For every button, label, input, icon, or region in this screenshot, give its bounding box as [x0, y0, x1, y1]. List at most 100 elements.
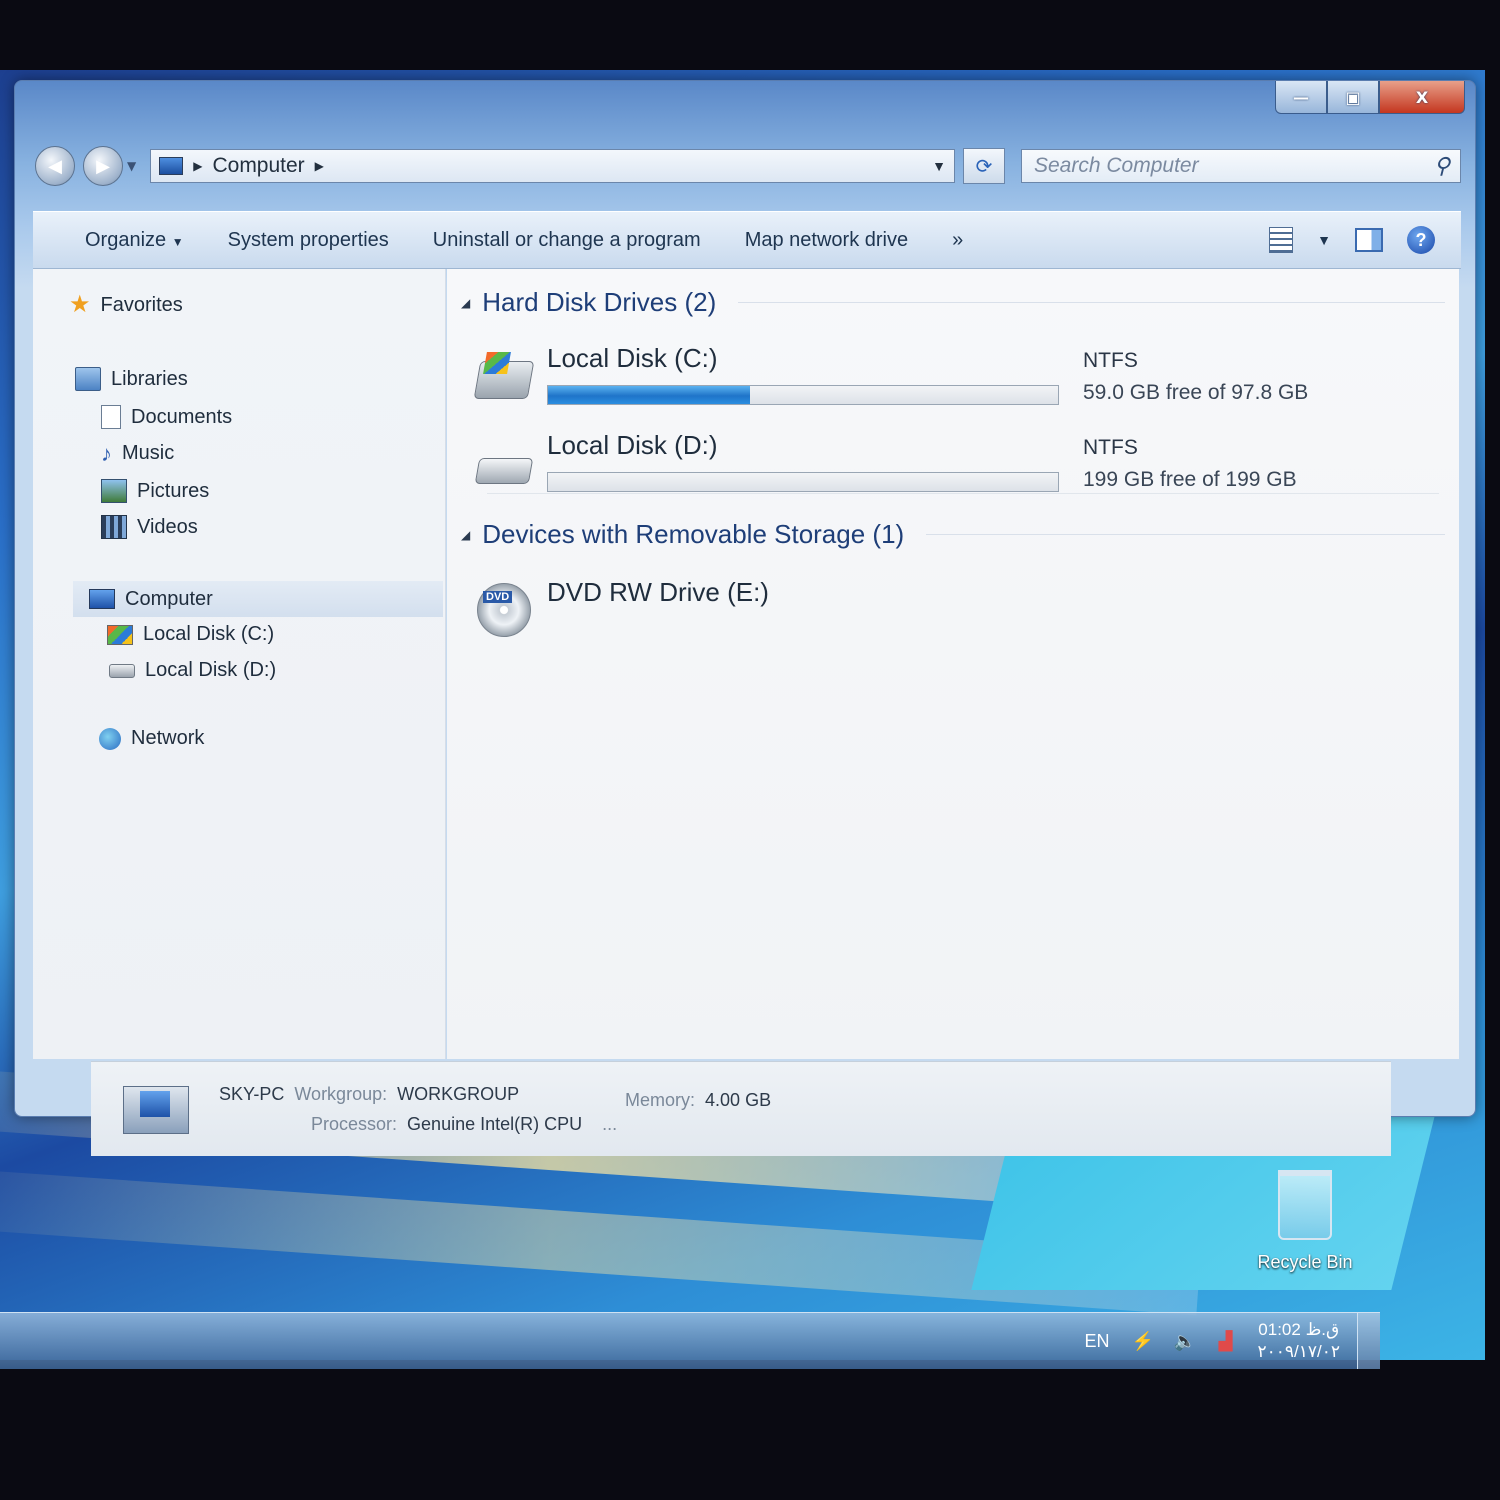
clock-time: 01:02 ق.ظ: [1258, 1320, 1340, 1339]
nav-label: Favorites: [100, 293, 183, 316]
search-input[interactable]: [1032, 153, 1434, 179]
explorer-window: — ▣ X ◀ ▶ ▼ ▶ Computer ▶ ▼ ⟳ ⚲ Organize …: [14, 80, 1476, 1156]
chevron-down-icon: ▼: [171, 234, 184, 249]
clock[interactable]: 01:02 ق.ظ ۲۰۰۹/۱۷/۰۲: [1258, 1319, 1341, 1363]
nav-item-music[interactable]: ♪ Music: [101, 442, 174, 465]
group-header-label: Devices with Removable Storage (1): [482, 519, 905, 549]
nav-item-pictures[interactable]: Pictures: [101, 479, 209, 503]
memory-label: Memory:: [625, 1090, 696, 1110]
drive-tile-dvd[interactable]: DVD DVD RW Drive (E:): [477, 571, 1439, 653]
address-bar[interactable]: ▶ Computer ▶ ▼: [150, 149, 955, 183]
taskbar: EN ⚡ 🔈 ▟ 01:02 ق.ظ ۲۰۰۹/۱۷/۰۲: [0, 1312, 1380, 1369]
drive-usage-bar: [547, 472, 1059, 492]
system-tray: EN ⚡ 🔈 ▟ 01:02 ق.ظ ۲۰۰۹/۱۷/۰۲: [1084, 1319, 1340, 1363]
star-icon: ★: [69, 291, 91, 318]
refresh-icon: ⟳: [975, 154, 993, 178]
collapse-triangle-icon[interactable]: ◢: [461, 528, 470, 542]
file-system-label: NTFS: [1083, 436, 1138, 459]
nav-label: Libraries: [111, 367, 188, 390]
command-bar: Organize ▼ System properties Uninstall o…: [33, 211, 1461, 269]
group-header-removable-storage[interactable]: ◢ Devices with Removable Storage (1): [461, 519, 1445, 550]
workgroup-label: Workgroup:: [294, 1084, 388, 1104]
navigation-row: ◀ ▶ ▼ ▶ Computer ▶ ▼ ⟳ ⚲: [35, 141, 1461, 191]
network-signal-icon[interactable]: ▟: [1216, 1331, 1236, 1351]
nav-item-local-disk-c[interactable]: Local Disk (C:): [107, 623, 274, 646]
view-controls: ▼ ?: [1269, 226, 1461, 254]
music-note-icon: ♪: [101, 440, 112, 466]
computer-icon: [159, 157, 184, 175]
refresh-button[interactable]: ⟳: [963, 148, 1005, 184]
nav-label: Pictures: [137, 479, 210, 502]
organize-button[interactable]: Organize ▼: [63, 229, 206, 252]
computer-icon: [123, 1086, 189, 1134]
recycle-bin-shortcut[interactable]: Recycle Bin: [1250, 1170, 1360, 1273]
search-box[interactable]: ⚲: [1021, 149, 1461, 183]
details-row-2: Processor: Genuine Intel(R) CPU ...: [311, 1114, 617, 1135]
breadcrumb-computer[interactable]: Computer: [212, 154, 304, 178]
change-view-icon[interactable]: [1269, 227, 1294, 253]
film-strip-icon: [101, 515, 127, 539]
recent-pages-dropdown[interactable]: ▼: [127, 159, 136, 173]
breadcrumb-chevron-icon[interactable]: ▶: [315, 159, 324, 173]
drive-name: Local Disk (C:): [547, 343, 718, 373]
group-header-hard-disk-drives[interactable]: ◢ Hard Disk Drives (2): [461, 287, 1445, 318]
computer-icon: [89, 589, 115, 609]
back-button[interactable]: ◀: [35, 146, 75, 186]
address-history-dropdown-icon[interactable]: ▼: [932, 158, 946, 174]
collapse-triangle-icon[interactable]: ◢: [461, 296, 470, 310]
more-commands-button[interactable]: »: [930, 229, 985, 252]
nav-item-libraries[interactable]: Libraries: [75, 367, 188, 391]
free-space-label: 59.0 GB free of 97.8 GB: [1083, 381, 1309, 404]
uninstall-program-button[interactable]: Uninstall or change a program: [411, 229, 723, 252]
group-divider: [738, 302, 1445, 303]
nav-item-favorites[interactable]: ★ Favorites: [69, 293, 183, 317]
network-globe-icon: [99, 727, 121, 750]
nav-item-computer[interactable]: Computer: [73, 581, 443, 617]
memory-value: 4.00 GB: [705, 1090, 772, 1110]
workgroup-value: WORKGROUP: [397, 1084, 520, 1104]
maximize-button[interactable]: ▣: [1327, 81, 1379, 114]
nav-label: Computer: [125, 587, 213, 610]
drive-name: DVD RW Drive (E:): [547, 577, 769, 607]
drive-tile-d[interactable]: Local Disk (D:) NTFS 199 GB free of 199 …: [474, 428, 1439, 510]
document-icon: [101, 405, 121, 429]
back-arrow-icon: ◀: [48, 155, 62, 177]
nav-label: Local Disk (D:): [145, 659, 277, 681]
recycle-bin-icon: [1278, 1170, 1332, 1240]
processor-value: Genuine Intel(R) CPU: [407, 1114, 583, 1134]
hard-drive-icon: [109, 663, 135, 678]
content-pane: ◢ Hard Disk Drives (2) Local Disk (C:) N…: [447, 269, 1459, 1059]
minimize-button[interactable]: —: [1275, 81, 1327, 114]
details-row-1: SKY-PC Workgroup: WORKGROUP: [219, 1084, 519, 1105]
help-icon[interactable]: ?: [1407, 226, 1435, 254]
show-desktop-button[interactable]: [1357, 1313, 1380, 1369]
nav-label: Music: [122, 442, 175, 464]
search-icon[interactable]: ⚲: [1434, 153, 1450, 179]
forward-button[interactable]: ▶: [83, 146, 123, 186]
nav-item-network[interactable]: Network: [99, 727, 204, 750]
close-button[interactable]: X: [1379, 81, 1465, 114]
forward-arrow-icon: ▶: [96, 155, 110, 177]
details-pane: SKY-PC Workgroup: WORKGROUP Memory: 4.00…: [91, 1061, 1391, 1156]
map-network-drive-button[interactable]: Map network drive: [723, 229, 930, 252]
language-indicator[interactable]: EN: [1084, 1331, 1109, 1352]
preview-pane-icon[interactable]: [1355, 228, 1383, 252]
power-plug-icon[interactable]: ⚡: [1132, 1331, 1154, 1351]
drive-tile-c[interactable]: Local Disk (C:) NTFS 59.0 GB free of 97.…: [473, 341, 1439, 423]
caption-buttons: — ▣ X: [1275, 81, 1465, 114]
speaker-icon[interactable]: 🔈: [1174, 1331, 1196, 1351]
view-options-dropdown-icon[interactable]: ▼: [1317, 232, 1331, 248]
breadcrumb-separator-icon[interactable]: ▶: [193, 159, 202, 173]
pictures-icon: [101, 479, 127, 503]
desktop-screen: — ▣ X ◀ ▶ ▼ ▶ Computer ▶ ▼ ⟳ ⚲ Organize …: [0, 70, 1485, 1360]
nav-item-videos[interactable]: Videos: [101, 515, 198, 539]
nav-label: Videos: [137, 515, 198, 538]
nav-item-documents[interactable]: Documents: [101, 405, 232, 429]
clock-date: ۲۰۰۹/۱۷/۰۲: [1257, 1342, 1341, 1361]
windows-drive-icon: [473, 361, 535, 399]
computer-name: SKY-PC: [219, 1084, 285, 1104]
nav-item-local-disk-d[interactable]: Local Disk (D:): [109, 659, 276, 682]
details-memory: Memory: 4.00 GB: [625, 1090, 771, 1111]
drive-usage-fill: [548, 386, 751, 404]
system-properties-button[interactable]: System properties: [206, 229, 411, 252]
